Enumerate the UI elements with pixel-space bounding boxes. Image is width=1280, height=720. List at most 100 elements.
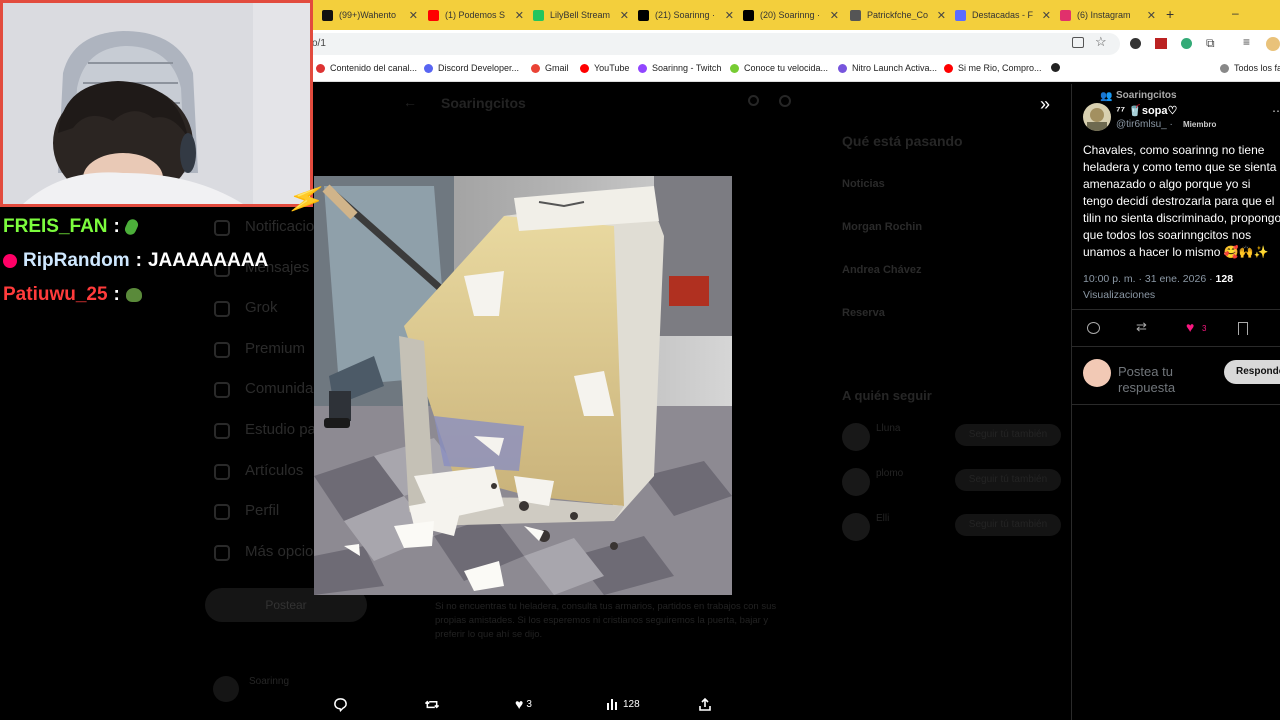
background-follow-button: Seguir tú también: [955, 424, 1061, 446]
bookmark-favicon-icon: [730, 63, 739, 73]
background-nav-icon: [214, 301, 230, 317]
tab-close-icon[interactable]: ✕: [937, 9, 946, 22]
author-display-name[interactable]: ⁷⁷ 🥤sopa♡: [1116, 104, 1177, 117]
chat-separator: :: [113, 216, 120, 237]
bookmark-item[interactable]: Contenido del canal...: [316, 63, 417, 73]
views-action[interactable]: 128: [606, 694, 640, 714]
tab-close-icon[interactable]: ✕: [409, 9, 418, 22]
address-text: o/1: [312, 38, 326, 49]
chat-username[interactable]: FREIS_FAN: [3, 216, 108, 237]
browser-tab[interactable]: LilyBell Stream ✕: [533, 4, 629, 26]
browser-tab[interactable]: Destacadas - F ✕: [955, 4, 1051, 26]
install-icon[interactable]: [1072, 37, 1084, 48]
member-badge: Miembro: [1183, 120, 1217, 129]
tab-favicon-icon: [850, 9, 861, 21]
media-image[interactable]: [314, 176, 732, 595]
bookmark-item[interactable]: Si me Rio, Compro...: [944, 63, 1042, 73]
browser-tab[interactable]: (20) Soarinng · ✕: [743, 4, 839, 26]
browser-tab[interactable]: (6) Instagram ✕: [1060, 4, 1156, 26]
address-field[interactable]: o/1: [300, 33, 1120, 55]
background-follow-name: plomo: [876, 468, 904, 479]
bookmark-item[interactable]: Gmail: [531, 63, 569, 73]
tab-favicon-icon: [428, 9, 439, 21]
bookmark-star-icon[interactable]: ☆: [1095, 34, 1107, 50]
chat-username[interactable]: Patiuwu_25: [3, 284, 108, 305]
background-post-text: Si no encuentras tu heladera, consulta t…: [435, 601, 777, 640]
background-follow-avatar: [842, 513, 870, 541]
extension-icon-1[interactable]: [1130, 38, 1141, 49]
tab-close-icon[interactable]: ✕: [620, 9, 629, 22]
bookmark-item[interactable]: Todos los fa: [1220, 63, 1280, 73]
author-handle[interactable]: @tir6mlsu_ ·: [1116, 119, 1173, 130]
more-options-icon[interactable]: ⋯: [1272, 104, 1280, 118]
background-follow-button: Seguir tú también: [955, 469, 1061, 491]
chat-line: Patiuwu_25:: [3, 284, 142, 306]
chat-line: FREIS_FAN:: [3, 216, 140, 238]
reply-area-divider: [1072, 404, 1280, 405]
tab-label: (20) Soarinng ·: [760, 10, 821, 20]
new-tab-button[interactable]: +: [1166, 6, 1174, 22]
author-avatar[interactable]: [1083, 103, 1111, 131]
tab-close-icon[interactable]: ✕: [1147, 9, 1156, 22]
tab-favicon-icon: [1060, 9, 1071, 21]
overlay-view-count: 128: [623, 698, 640, 710]
tweet-view-count: 128: [1215, 273, 1234, 285]
tab-favicon-icon: [743, 9, 754, 21]
browser-tab[interactable]: Patrickfche_Co ✕: [850, 4, 946, 26]
reply-input[interactable]: Postea tu respuesta: [1118, 364, 1213, 396]
reply-icon[interactable]: [333, 694, 348, 714]
background-header-title: Soaringcitos: [441, 95, 526, 111]
bookmark-favicon-icon: [316, 63, 325, 73]
bookmark-item[interactable]: Discord Developer...: [424, 63, 519, 73]
chat-badge-icon: [3, 253, 17, 268]
tab-close-icon[interactable]: ✕: [515, 9, 524, 22]
panel-reply-icon[interactable]: [1087, 322, 1100, 334]
bookmark-item[interactable]: Nitro Launch Activa...: [838, 63, 937, 73]
extension-icon-3[interactable]: [1181, 38, 1192, 49]
background-nav-item: Premium: [245, 340, 306, 357]
background-nav-icon: [214, 504, 230, 520]
extensions-puzzle-icon[interactable]: ⧉: [1206, 36, 1215, 51]
profile-avatar-icon[interactable]: [1266, 37, 1280, 51]
like-action[interactable]: ♥ 3: [515, 694, 532, 714]
media-control-icon[interactable]: ≡: [1243, 35, 1250, 49]
background-nav-icon: [214, 342, 230, 358]
reply-avatar: [1083, 359, 1111, 387]
background-nav-icon: [214, 545, 230, 561]
next-media-icon[interactable]: »: [1040, 94, 1050, 115]
pepe-emote-icon: [125, 287, 142, 302]
tab-close-icon[interactable]: ✕: [830, 9, 839, 22]
browser-tab[interactable]: (21) Soarinng · ✕: [638, 4, 734, 26]
extension-icon-2[interactable]: [1155, 38, 1167, 49]
tab-favicon-icon: [638, 9, 649, 21]
webcam-overlay: [0, 0, 313, 207]
tab-label: (6) Instagram: [1077, 10, 1131, 20]
chat-username[interactable]: RipRandom: [23, 250, 130, 271]
background-follow-avatar: [842, 423, 870, 451]
background-settings-icon: [779, 95, 791, 107]
tweet-actions-divider: [1072, 309, 1280, 310]
tab-close-icon[interactable]: ✕: [1042, 9, 1051, 22]
bookmark-item[interactable]: Conoce tu velocida...: [730, 63, 828, 73]
webcam-feed: [3, 3, 310, 204]
tweet-time[interactable]: 10:00 p. m. · 31 ene. 2026 ·: [1083, 273, 1213, 285]
minimize-button[interactable]: –: [1232, 6, 1239, 20]
bookmark-label: Gmail: [545, 63, 569, 73]
share-icon[interactable]: [698, 694, 712, 714]
chat-separator: :: [135, 250, 142, 271]
bookmark-item[interactable]: [1051, 63, 1065, 72]
bookmark-item[interactable]: Soarinng - Twitch: [638, 63, 721, 73]
bookmark-item[interactable]: YouTube: [580, 63, 629, 73]
reply-button[interactable]: Responder: [1224, 360, 1280, 384]
browser-tab[interactable]: (1) Podemos S ✕: [428, 4, 524, 26]
community-name[interactable]: Soaringcitos: [1116, 90, 1177, 101]
background-follow-avatar: [842, 468, 870, 496]
browser-tab[interactable]: (99+)Wahento ✕: [322, 4, 418, 26]
panel-retweet-icon[interactable]: ⇄: [1136, 319, 1147, 335]
panel-bookmark-icon[interactable]: [1238, 322, 1248, 335]
overlay-like-count: 3: [526, 698, 532, 710]
retweet-icon[interactable]: [424, 694, 440, 714]
panel-like-icon[interactable]: ♥: [1186, 319, 1194, 335]
bookmark-favicon-icon: [1051, 63, 1060, 72]
tab-close-icon[interactable]: ✕: [725, 9, 734, 22]
